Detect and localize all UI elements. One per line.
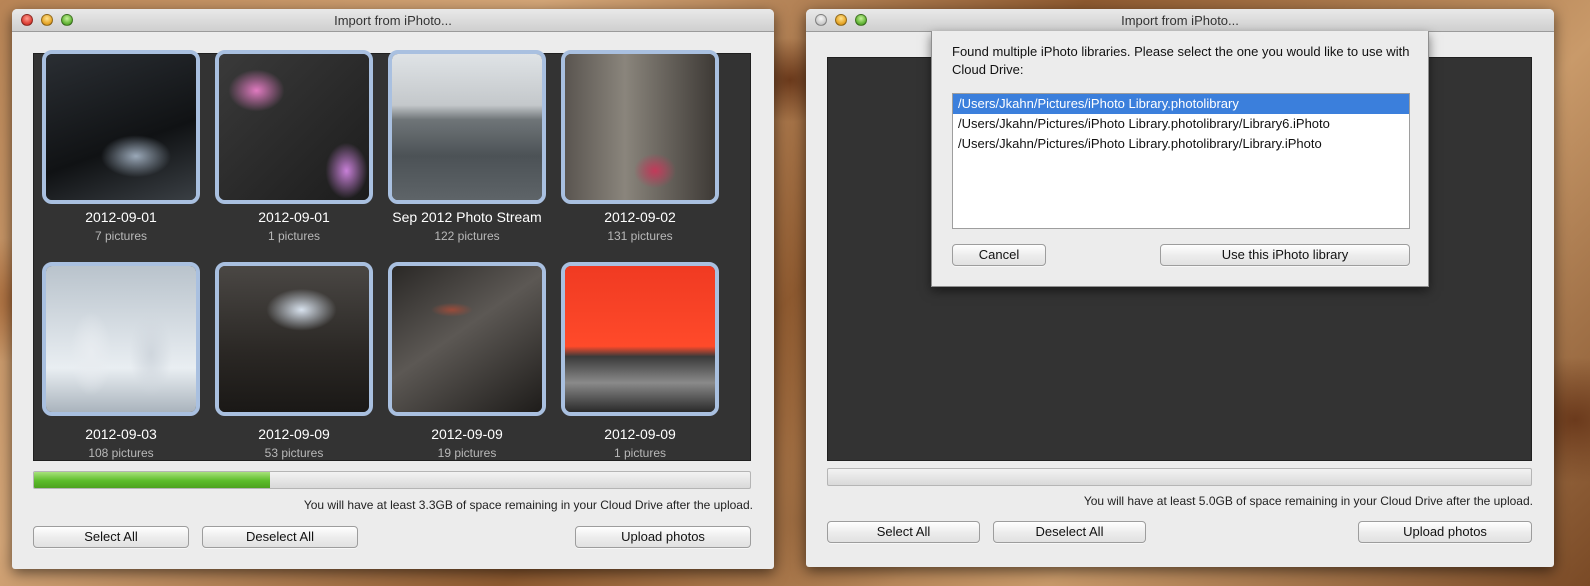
library-chooser-sheet: Found multiple iPhoto libraries. Please …	[931, 31, 1429, 287]
deselect-all-button[interactable]: Deselect All	[202, 526, 358, 548]
album-thumbnail[interactable]	[42, 50, 200, 204]
photo-thumbnail-image	[46, 266, 196, 412]
album-thumbnail[interactable]	[388, 50, 546, 204]
title-bar[interactable]: Import from iPhoto...	[806, 9, 1554, 32]
library-list-item[interactable]: /Users/Jkahn/Pictures/iPhoto Library.pho…	[953, 114, 1409, 134]
use-library-button[interactable]: Use this iPhoto library	[1160, 244, 1410, 266]
album-name: 2012-09-01	[85, 209, 157, 225]
cancel-button[interactable]: Cancel	[952, 244, 1046, 266]
library-list-item[interactable]: /Users/Jkahn/Pictures/iPhoto Library.pho…	[953, 134, 1409, 154]
album-name: 2012-09-02	[604, 209, 676, 225]
album-name: 2012-09-03	[85, 426, 157, 442]
album-gallery: 2012-09-01 7 pictures 2012-09-01 1 pictu…	[33, 50, 751, 461]
photo-thumbnail-image	[565, 54, 715, 200]
library-list-item[interactable]: /Users/Jkahn/Pictures/iPhoto Library.pho…	[953, 94, 1409, 114]
album-name: 2012-09-09	[258, 426, 330, 442]
import-window-right: Import from iPhoto... You will have at l…	[806, 9, 1554, 567]
space-remaining-text: You will have at least 5.0GB of space re…	[1083, 494, 1533, 508]
album-count: 19 pictures	[437, 446, 497, 460]
select-all-button[interactable]: Select All	[33, 526, 189, 548]
album-count: 108 pictures	[88, 446, 154, 460]
photo-thumbnail-image	[219, 266, 369, 412]
album-name: 2012-09-09	[604, 426, 676, 442]
photo-thumbnail-image	[565, 266, 715, 412]
progress-fill	[34, 472, 271, 488]
album-count: 1 pictures	[613, 446, 667, 460]
window-title: Import from iPhoto...	[334, 13, 452, 28]
album-count: 1 pictures	[267, 229, 321, 243]
album-thumbnail[interactable]	[42, 262, 200, 416]
album-count: 7 pictures	[94, 229, 148, 243]
album-thumbnail[interactable]	[561, 262, 719, 416]
space-remaining-text: You will have at least 3.3GB of space re…	[303, 498, 753, 512]
album-name: 2012-09-09	[431, 426, 503, 442]
upload-photos-button[interactable]: Upload photos	[575, 526, 751, 548]
album-thumbnail[interactable]	[561, 50, 719, 204]
album-count: 122 pictures	[434, 229, 500, 243]
title-bar[interactable]: Import from iPhoto...	[12, 9, 774, 32]
album-name: 2012-09-01	[258, 209, 330, 225]
photo-thumbnail-image	[392, 54, 542, 200]
photo-thumbnail-image	[219, 54, 369, 200]
deselect-all-button[interactable]: Deselect All	[993, 521, 1146, 543]
photo-thumbnail-image	[392, 266, 542, 412]
album-thumbnail[interactable]	[215, 262, 373, 416]
select-all-button[interactable]: Select All	[827, 521, 980, 543]
album-count: 53 pictures	[264, 446, 324, 460]
window-title: Import from iPhoto...	[1121, 13, 1239, 28]
album-thumbnail[interactable]	[215, 50, 373, 204]
photo-thumbnail-image	[46, 54, 196, 200]
import-window-left: Import from iPhoto... 2012-09-01 7 pictu…	[12, 9, 774, 569]
album-thumbnail[interactable]	[388, 262, 546, 416]
sheet-message: Found multiple iPhoto libraries. Please …	[952, 44, 1410, 77]
album-count: 131 pictures	[607, 229, 673, 243]
library-list[interactable]: /Users/Jkahn/Pictures/iPhoto Library.pho…	[952, 93, 1410, 229]
upload-progress-bar	[33, 471, 751, 489]
upload-photos-button[interactable]: Upload photos	[1358, 521, 1532, 543]
upload-progress-bar	[827, 468, 1532, 486]
album-name: Sep 2012 Photo Stream	[392, 209, 542, 225]
